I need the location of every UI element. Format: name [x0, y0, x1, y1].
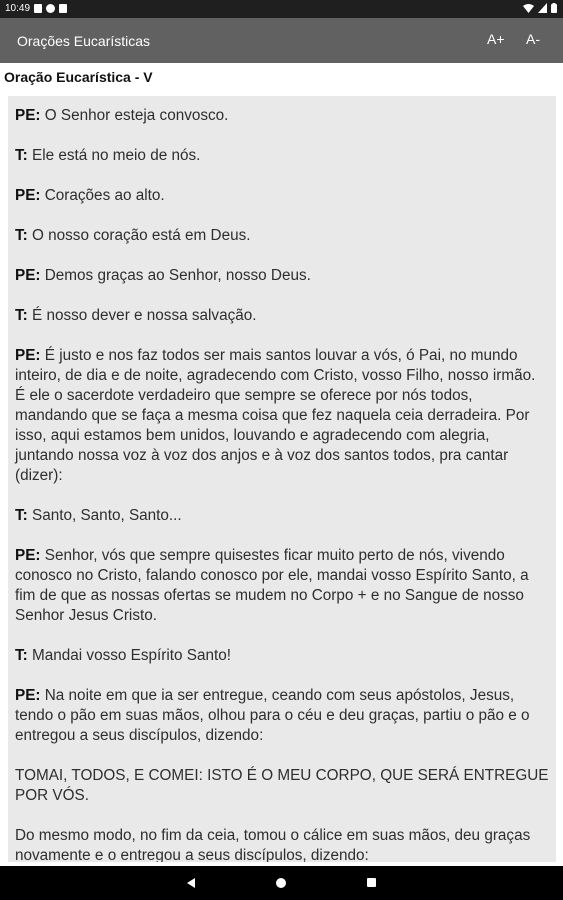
- prayer-paragraph: T: Ele está no meio de nós.: [15, 146, 549, 166]
- status-left-group: 10:49: [5, 3, 68, 14]
- speaker-label: PE:: [15, 347, 41, 364]
- speaker-label: PE:: [15, 267, 41, 284]
- prayer-paragraph: T: É nosso dever e nossa salvação.: [15, 306, 549, 326]
- speaker-label: T:: [15, 147, 28, 164]
- paragraph-text: TOMAI, TODOS, E COMEI: ISTO É O MEU CORP…: [15, 767, 549, 804]
- paragraph-text: O nosso coração está em Deus.: [27, 227, 251, 244]
- recents-icon[interactable]: [367, 878, 376, 887]
- prayer-paragraph: PE: Demos graças ao Senhor, nosso Deus.: [15, 266, 549, 286]
- signal-icon: [538, 3, 547, 13]
- sd-card-icon: [59, 4, 68, 13]
- paragraph-text: Ele está no meio de nós.: [27, 147, 201, 164]
- speaker-label: T:: [15, 647, 28, 664]
- paragraph-text: Corações ao alto.: [40, 187, 165, 204]
- prayer-paragraph: Do mesmo modo, no fim da ceia, tomou o c…: [15, 826, 549, 862]
- prayer-paragraph: PE: O Senhor esteja convosco.: [15, 106, 549, 126]
- status-time: 10:49: [5, 3, 31, 14]
- navigation-bar: [0, 866, 563, 900]
- back-icon[interactable]: [187, 878, 195, 888]
- prayer-paragraph: PE: Corações ao alto.: [15, 186, 549, 206]
- paragraph-text: Na noite em que ia ser entregue, ceando …: [15, 687, 530, 744]
- prayer-paragraph: T: Santo, Santo, Santo...: [15, 506, 549, 526]
- speaker-label: PE:: [15, 687, 41, 704]
- prayer-text: PE: O Senhor esteja convosco. T: Ele está…: [8, 96, 556, 862]
- speaker-label: PE:: [15, 547, 41, 564]
- paragraph-text: Do mesmo modo, no fim da ceia, tomou o c…: [15, 827, 531, 862]
- increase-font-button[interactable]: A+: [487, 31, 505, 47]
- status-right-group: [523, 3, 557, 13]
- speaker-label: T:: [15, 307, 28, 324]
- paragraph-text: É nosso dever e nossa salvação.: [27, 307, 257, 324]
- prayer-paragraph: PE: Senhor, vós que sempre quisestes fic…: [15, 546, 549, 626]
- prayer-paragraph: PE: É justo e nos faz todos ser mais san…: [15, 346, 549, 486]
- paragraph-text: É justo e nos faz todos ser mais santos …: [15, 347, 536, 484]
- paragraph-text: Mandai vosso Espírito Santo!: [27, 647, 231, 664]
- prayer-paragraph: PE: Na noite em que ia ser entregue, cea…: [15, 686, 549, 746]
- sync-icon: [46, 4, 56, 13]
- home-icon[interactable]: [276, 878, 286, 888]
- prayer-paragraph: T: O nosso coração está em Deus.: [15, 226, 549, 246]
- wifi-icon: [523, 4, 534, 13]
- speaker-label: PE:: [15, 107, 41, 124]
- notification-icon: [34, 4, 43, 13]
- speaker-label: PE:: [15, 187, 41, 204]
- status-bar: 10:49: [0, 0, 563, 18]
- speaker-label: T:: [15, 507, 28, 524]
- decrease-font-button[interactable]: A-: [526, 31, 540, 47]
- battery-icon: [551, 3, 557, 13]
- paragraph-text: O Senhor esteja convosco.: [40, 107, 229, 124]
- prayer-paragraph: T: Mandai vosso Espírito Santo!: [15, 646, 549, 666]
- prayer-text-card[interactable]: PE: O Senhor esteja convosco. T: Ele está…: [8, 96, 556, 862]
- app-bar: Orações Eucarísticas A+ A-: [0, 18, 563, 63]
- paragraph-text: Santo, Santo, Santo...: [27, 507, 182, 524]
- app-title: Orações Eucarísticas: [17, 33, 151, 49]
- paragraph-text: Demos graças ao Senhor, nosso Deus.: [40, 267, 311, 284]
- speaker-label: T:: [15, 227, 28, 244]
- section-title: Oração Eucarística - V: [4, 69, 153, 85]
- paragraph-text: Senhor, vós que sempre quisestes ficar m…: [15, 547, 529, 624]
- prayer-paragraph: TOMAI, TODOS, E COMEI: ISTO É O MEU CORP…: [15, 766, 549, 806]
